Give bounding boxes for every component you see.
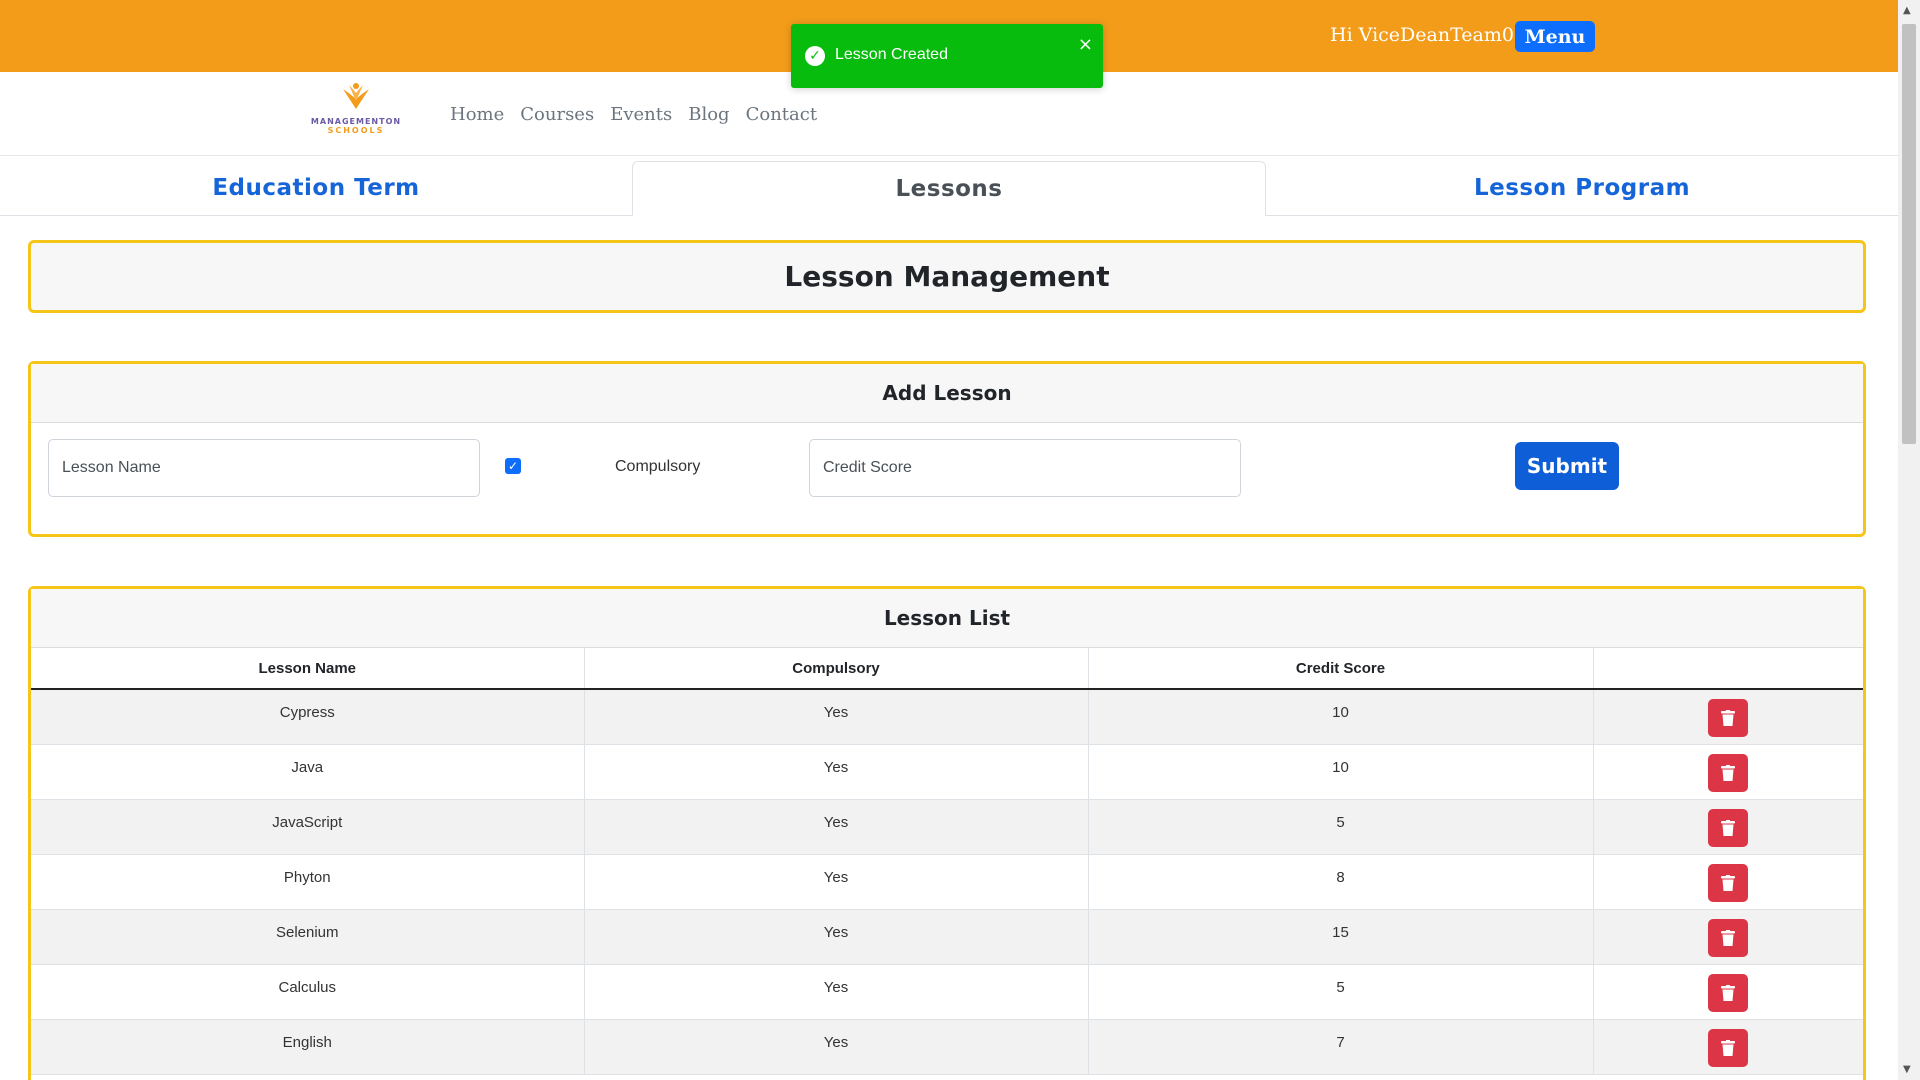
lesson-name-cell: Phyton — [31, 854, 585, 910]
tab-education-term[interactable]: Education Term — [0, 161, 632, 215]
trash-icon — [1721, 929, 1736, 946]
compulsory-cell: Yes — [584, 854, 1089, 910]
lesson-list-panel: Lesson List Lesson Name Compulsory Credi… — [28, 586, 1866, 1080]
menu-button[interactable]: Menu — [1515, 21, 1595, 52]
column-header-lesson-name: Lesson Name — [31, 648, 585, 690]
delete-button[interactable] — [1708, 753, 1749, 792]
lesson-name-input[interactable]: Lesson Name — [48, 439, 480, 497]
check-circle-icon: ✓ — [805, 46, 825, 66]
tab-lessons[interactable]: Lessons — [632, 161, 1266, 216]
credit-score-cell: 15 — [1088, 909, 1594, 965]
credit-score-cell: 8 — [1088, 854, 1594, 910]
nav-link-contact[interactable]: Contact — [746, 104, 817, 125]
nav-link-courses[interactable]: Courses — [520, 104, 594, 125]
table-row: English Yes 7 — [31, 1019, 1863, 1075]
trash-icon — [1721, 819, 1736, 836]
trash-icon — [1721, 764, 1736, 781]
trash-icon — [1721, 874, 1736, 891]
management-tabs: Education Term Lessons Lesson Program — [0, 161, 1898, 216]
add-lesson-panel: Add Lesson Lesson Name ✓ Compulsory Cred… — [28, 361, 1866, 537]
lesson-table: Lesson Name Compulsory Credit Score Cypr… — [31, 648, 1863, 1075]
user-greeting: Hi ViceDeanTeam05 — [1330, 24, 1527, 46]
compulsory-checkbox[interactable]: ✓ — [505, 458, 521, 474]
credit-score-input[interactable]: Credit Score — [809, 439, 1241, 497]
add-lesson-title: Add Lesson — [31, 364, 1863, 423]
lesson-name-cell: Cypress — [31, 689, 585, 745]
trash-icon — [1721, 1039, 1736, 1056]
trash-icon — [1721, 984, 1736, 1001]
compulsory-cell: Yes — [584, 1019, 1089, 1075]
logo-text: MANAGEMENTON — [310, 117, 402, 126]
toast-message: Lesson Created — [835, 46, 948, 63]
nav-link-home[interactable]: Home — [450, 104, 504, 125]
credit-score-cell: 10 — [1088, 689, 1594, 745]
trash-icon — [1721, 710, 1736, 726]
compulsory-cell: Yes — [584, 909, 1089, 965]
scrollbar-thumb[interactable] — [1902, 24, 1916, 444]
page-title: Lesson Management — [28, 240, 1866, 313]
scroll-up-arrow-icon[interactable]: ▲ — [1903, 5, 1911, 16]
lesson-list-title: Lesson List — [31, 589, 1863, 648]
logo-subtext: SCHOOLS — [327, 126, 385, 135]
page-scrollbar[interactable]: ▲ ▼ — [1898, 0, 1920, 1080]
lesson-name-cell: Selenium — [31, 909, 585, 965]
school-logo[interactable]: MANAGEMENTON SCHOOLS — [304, 81, 408, 143]
compulsory-cell: Yes — [584, 689, 1089, 745]
credit-score-cell: 7 — [1088, 1019, 1594, 1075]
tab-lesson-program[interactable]: Lesson Program — [1266, 161, 1898, 215]
scroll-down-arrow-icon[interactable]: ▼ — [1903, 1064, 1911, 1075]
compulsory-cell: Yes — [584, 799, 1089, 855]
delete-button[interactable] — [1708, 808, 1749, 847]
delete-button[interactable] — [1708, 863, 1749, 902]
table-row: Calculus Yes 5 — [31, 964, 1863, 1020]
submit-button[interactable]: Submit — [1515, 442, 1619, 490]
compulsory-cell: Yes — [584, 964, 1089, 1020]
lesson-name-cell: English — [31, 1019, 585, 1075]
nav-link-blog[interactable]: Blog — [688, 104, 729, 125]
credit-score-cell: 10 — [1088, 744, 1594, 800]
delete-button[interactable] — [1708, 699, 1749, 737]
delete-button[interactable] — [1708, 1028, 1749, 1067]
credit-score-cell: 5 — [1088, 799, 1594, 855]
credit-score-cell: 5 — [1088, 964, 1594, 1020]
toast-notification: ✓ Lesson Created × — [791, 24, 1103, 88]
close-icon[interactable]: × — [1078, 34, 1093, 55]
lesson-name-cell: JavaScript — [31, 799, 585, 855]
table-row: Phyton Yes 8 — [31, 854, 1863, 910]
delete-button[interactable] — [1708, 973, 1749, 1012]
table-row: Selenium Yes 15 — [31, 909, 1863, 965]
compulsory-cell: Yes — [584, 744, 1089, 800]
delete-button[interactable] — [1708, 918, 1749, 957]
column-header-actions — [1593, 648, 1863, 690]
nav-links: Home Courses Events Blog Contact — [450, 104, 817, 125]
table-row: JavaScript Yes 5 — [31, 799, 1863, 855]
table-row: Java Yes 10 — [31, 744, 1863, 800]
lesson-name-cell: Calculus — [31, 964, 585, 1020]
logo-emblem-icon — [343, 83, 369, 109]
table-row: Cypress Yes 10 — [31, 689, 1863, 745]
column-header-credit-score: Credit Score — [1088, 648, 1594, 690]
compulsory-label: Compulsory — [615, 458, 701, 475]
nav-link-events[interactable]: Events — [610, 104, 672, 125]
lesson-name-cell: Java — [31, 744, 585, 800]
column-header-compulsory: Compulsory — [584, 648, 1089, 690]
